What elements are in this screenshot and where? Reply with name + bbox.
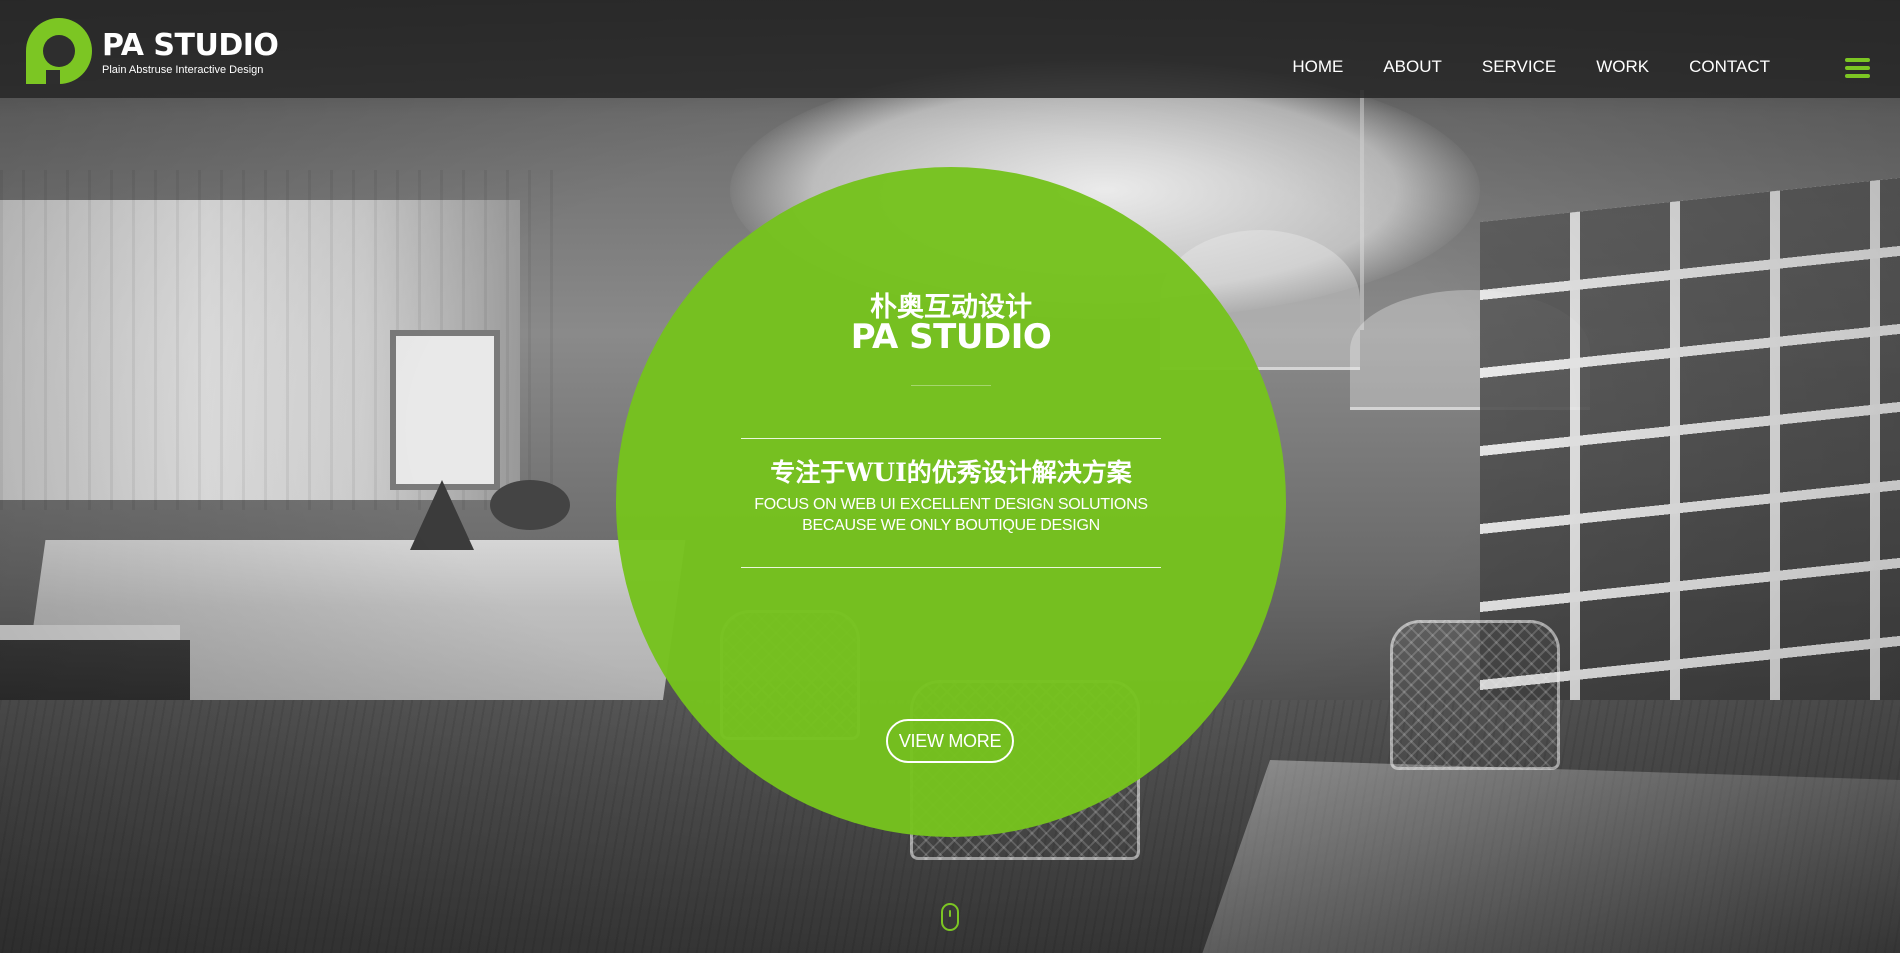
pa-logo-icon: [26, 18, 92, 84]
hero-divider-short: [911, 385, 991, 386]
hero-circle: 朴奥互动设计 PA STUDIO 专注于WUI的优秀设计解决方案 FOCUS O…: [616, 167, 1286, 837]
brand-tagline: Plain Abstruse Interactive Design: [102, 64, 264, 76]
hero-en-slogan: FOCUS ON WEB UI EXCELLENT DESIGN SOLUTIO…: [754, 496, 1148, 534]
hero-divider-top: [741, 438, 1161, 439]
mouse-scroll-icon[interactable]: [941, 903, 959, 931]
nav-item-service[interactable]: SERVICE: [1462, 56, 1576, 78]
nav-item-about[interactable]: ABOUT: [1363, 56, 1462, 78]
view-more-button[interactable]: VIEW MORE: [886, 719, 1014, 763]
brand-logo[interactable]: PA STUDIO Plain Abstruse Interactive Des…: [26, 18, 279, 86]
brand-name: PA STUDIO: [102, 28, 279, 63]
nav-item-work[interactable]: WORK: [1576, 56, 1669, 78]
hero-divider-bottom: [741, 567, 1161, 568]
site-header: PA STUDIO Plain Abstruse Interactive Des…: [0, 0, 1900, 98]
scroll-dot: [949, 910, 951, 917]
main-nav: HOME ABOUT SERVICE WORK CONTACT: [1292, 56, 1790, 78]
hero-en-title: PA STUDIO: [850, 317, 1052, 357]
brand-text: PA STUDIO Plain Abstruse Interactive Des…: [102, 28, 279, 77]
nav-item-home[interactable]: HOME: [1292, 56, 1363, 78]
nav-item-contact[interactable]: CONTACT: [1669, 56, 1790, 78]
hero-cn-slogan: 专注于WUI的优秀设计解决方案: [770, 458, 1132, 487]
hamburger-menu-icon[interactable]: [1845, 58, 1870, 78]
